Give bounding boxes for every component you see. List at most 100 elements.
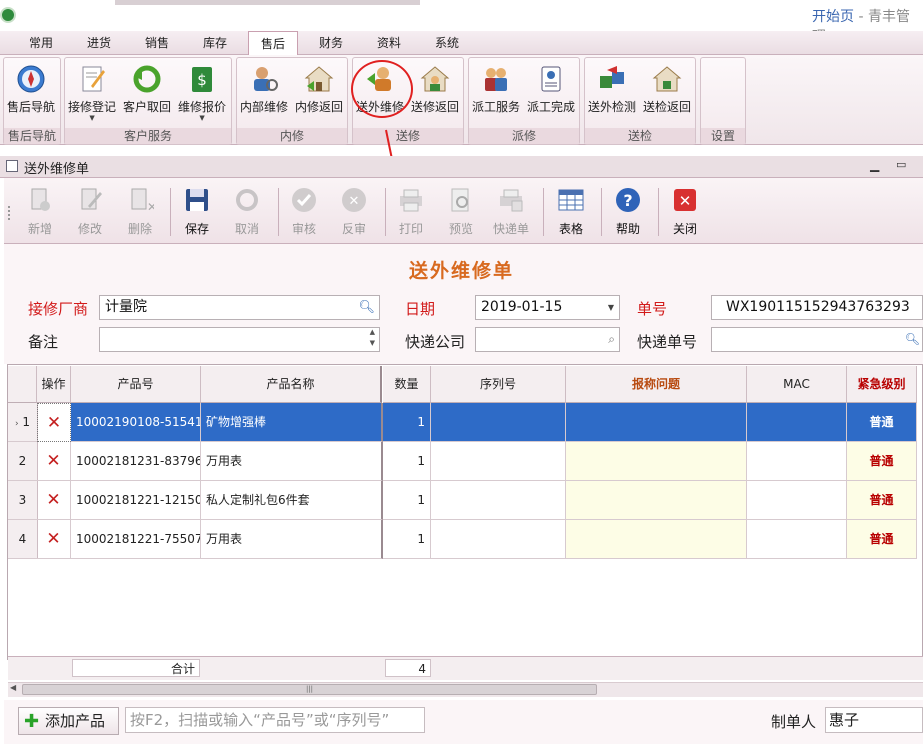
- order-no-field[interactable]: WX190115152943763293: [711, 295, 923, 320]
- dispatch-service-button[interactable]: 派工服务: [472, 64, 520, 115]
- internal-return-button[interactable]: 内修返回: [295, 64, 343, 115]
- cell-mac[interactable]: [747, 442, 847, 481]
- scan-input[interactable]: 按F2，扫描或输入“产品号”或“序列号”: [125, 707, 425, 733]
- repairer-field[interactable]: 计量院 🔍︎: [99, 295, 380, 320]
- repair-quote-button[interactable]: $ 维修报价 ▼: [178, 64, 226, 122]
- new-button[interactable]: 新增: [20, 186, 60, 237]
- toolbar-grip[interactable]: [8, 206, 11, 220]
- delete-row-button[interactable]: ✕: [37, 442, 71, 481]
- save-button[interactable]: 保存: [177, 186, 217, 237]
- dispatch-complete-button[interactable]: 派工完成: [527, 64, 575, 115]
- test-return-button[interactable]: 送检返回: [643, 64, 691, 115]
- column-header-product-name[interactable]: 产品名称: [201, 366, 382, 403]
- row-indicator[interactable]: › 1: [8, 403, 38, 442]
- scroll-left-icon[interactable]: ◀: [10, 683, 16, 692]
- cell-serial[interactable]: [431, 481, 566, 520]
- cell-mac[interactable]: [747, 481, 847, 520]
- customer-pickup-button[interactable]: 客户取回: [123, 64, 171, 115]
- table-button[interactable]: 表格: [551, 186, 591, 237]
- cell-urgency[interactable]: 普通: [847, 403, 917, 442]
- menu-tab-sales[interactable]: 销售: [140, 31, 174, 55]
- aftersales-nav-button[interactable]: 售后导航: [7, 64, 55, 115]
- column-header-issue[interactable]: 报称问题: [566, 366, 747, 403]
- print-button[interactable]: 打印: [391, 186, 431, 237]
- column-header-serial[interactable]: 序列号: [431, 366, 566, 403]
- search-icon[interactable]: ⌕: [608, 328, 615, 351]
- menu-tab-aftersales[interactable]: 售后: [248, 31, 298, 56]
- cancel-button[interactable]: 取消: [227, 186, 267, 237]
- restore-icon[interactable]: ▭: [896, 158, 906, 171]
- delete-row-button[interactable]: ✕: [37, 481, 71, 520]
- courier-field[interactable]: ⌕: [475, 327, 620, 352]
- spinner-icon[interactable]: ▲ ▼: [370, 327, 375, 349]
- cell-product-name[interactable]: 万用表: [201, 520, 383, 559]
- table-icon: [558, 189, 584, 211]
- cell-serial[interactable]: [431, 403, 566, 442]
- column-header-mac[interactable]: MAC: [747, 366, 847, 403]
- column-header-quantity[interactable]: 数量: [383, 366, 431, 403]
- cell-urgency[interactable]: 普通: [847, 442, 917, 481]
- delete-row-button[interactable]: ✕: [37, 403, 71, 442]
- search-icon[interactable]: 🔍︎: [358, 296, 375, 319]
- remark-field[interactable]: ▲ ▼: [99, 327, 380, 352]
- preview-button[interactable]: 预览: [441, 186, 481, 237]
- menu-tab-data[interactable]: 资料: [372, 31, 406, 55]
- maker-field[interactable]: 惠子: [825, 707, 923, 733]
- search-icon[interactable]: 🔍︎: [905, 328, 920, 351]
- menu-tab-system[interactable]: 系统: [430, 31, 464, 55]
- unaudit-button[interactable]: ✕ 反审: [334, 186, 374, 237]
- column-header-urgency[interactable]: 紧急级别: [847, 366, 917, 403]
- column-header-action[interactable]: 操作: [37, 366, 71, 403]
- cell-product-name[interactable]: 矿物增强棒: [201, 403, 383, 442]
- cell-quantity[interactable]: 1: [383, 442, 431, 481]
- cell-mac[interactable]: [747, 520, 847, 559]
- cell-product-no[interactable]: 10002181231-83796: [71, 442, 201, 481]
- menu-tab-finance[interactable]: 财务: [314, 31, 348, 55]
- cell-urgency[interactable]: 普通: [847, 481, 917, 520]
- courier-no-field[interactable]: 🔍︎: [711, 327, 923, 352]
- cell-mac[interactable]: [747, 403, 847, 442]
- courier-slip-button[interactable]: 快递单: [491, 186, 531, 237]
- repair-return-button[interactable]: 送修返回: [411, 64, 459, 115]
- help-button[interactable]: ? 帮助: [608, 186, 648, 237]
- start-page-label[interactable]: 开始页: [812, 9, 854, 25]
- document-tab-title[interactable]: 送外维修单: [24, 158, 89, 177]
- cell-product-name[interactable]: 私人定制礼包6件套: [201, 481, 383, 520]
- close-label: 关闭: [672, 222, 697, 236]
- chevron-down-icon[interactable]: ▼: [608, 296, 614, 319]
- menu-tab-inventory[interactable]: 库存: [198, 31, 232, 55]
- internal-repair-button[interactable]: 内部维修: [240, 64, 288, 115]
- scrollbar-thumb[interactable]: |||: [22, 684, 597, 695]
- cell-product-no[interactable]: 10002181221-75507: [71, 520, 201, 559]
- minimize-icon[interactable]: ▁: [870, 158, 879, 172]
- date-field[interactable]: 2019-01-15 ▼: [475, 295, 620, 320]
- cell-quantity[interactable]: 1: [383, 481, 431, 520]
- repair-register-button[interactable]: 接修登记 ▼: [68, 64, 116, 122]
- audit-button[interactable]: 审核: [284, 186, 324, 237]
- cell-issue[interactable]: [566, 403, 747, 442]
- cell-serial[interactable]: [431, 520, 566, 559]
- cell-serial[interactable]: [431, 442, 566, 481]
- menu-tab-purchase[interactable]: 进货: [82, 31, 116, 55]
- cell-product-no[interactable]: 10002181221-12150: [71, 481, 201, 520]
- cell-urgency[interactable]: 普通: [847, 520, 917, 559]
- row-number[interactable]: 3: [8, 481, 38, 520]
- cell-issue[interactable]: [566, 481, 747, 520]
- delete-row-button[interactable]: ✕: [37, 520, 71, 559]
- column-header-product-no[interactable]: 产品号: [71, 366, 201, 403]
- cell-quantity[interactable]: 1: [383, 520, 431, 559]
- close-button[interactable]: ✕ 关闭: [665, 186, 705, 237]
- edit-button[interactable]: 修改: [70, 186, 110, 237]
- ribbon-group-label: 派修: [469, 128, 579, 144]
- cell-issue[interactable]: [566, 442, 747, 481]
- outsource-test-button[interactable]: 送外检测: [588, 64, 636, 115]
- cell-product-no[interactable]: 10002190108-51541: [71, 403, 201, 442]
- row-number[interactable]: 4: [8, 520, 38, 559]
- cell-quantity[interactable]: 1: [383, 403, 431, 442]
- menu-tab-common[interactable]: 常用: [24, 31, 58, 55]
- row-number[interactable]: 2: [8, 442, 38, 481]
- ribbon-group-label: 送修: [353, 128, 463, 144]
- delete-button[interactable]: ✕ 删除: [120, 186, 160, 237]
- cell-issue[interactable]: [566, 520, 747, 559]
- cell-product-name[interactable]: 万用表: [201, 442, 383, 481]
